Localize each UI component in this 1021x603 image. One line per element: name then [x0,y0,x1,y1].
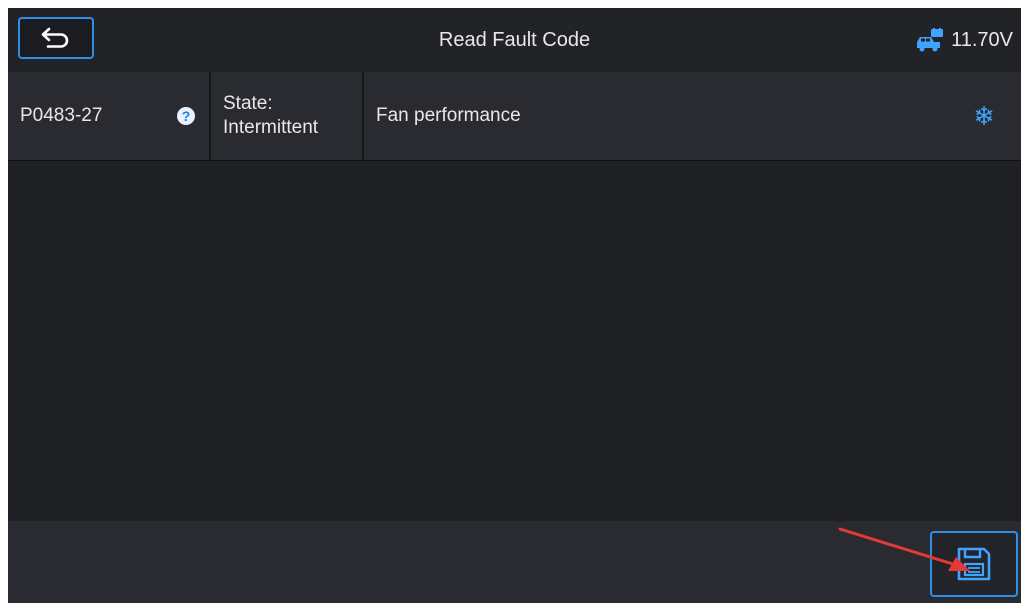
fault-state-cell: State: Intermittent [211,72,364,160]
app-window: Read Fault Code 11.70V P0483-27 ? State:… [8,8,1021,603]
help-icon[interactable]: ? [177,107,195,125]
save-icon [957,547,991,581]
fault-description-cell: Fan performance ❄ [364,72,1021,160]
footer-bar [8,521,1021,603]
battery-voltage: 11.70V [951,28,1013,51]
state-label: State: [223,93,273,114]
battery-status: 11.70V [915,8,1013,72]
snowflake-icon[interactable]: ❄ [973,103,995,129]
header-bar: Read Fault Code 11.70V [8,8,1021,73]
fault-code-row[interactable]: P0483-27 ? State: Intermittent Fan perfo… [8,72,1021,161]
fault-code: P0483-27 [20,105,103,126]
back-button[interactable] [18,17,94,59]
vehicle-battery-icon [917,28,944,52]
back-arrow-icon [41,27,69,48]
save-button[interactable] [930,531,1018,597]
fault-description: Fan performance [376,105,521,126]
state-value: Intermittent [223,117,319,138]
fault-list-area [8,161,1021,521]
page-title: Read Fault Code [438,29,591,51]
fault-code-cell: P0483-27 ? [8,72,211,160]
